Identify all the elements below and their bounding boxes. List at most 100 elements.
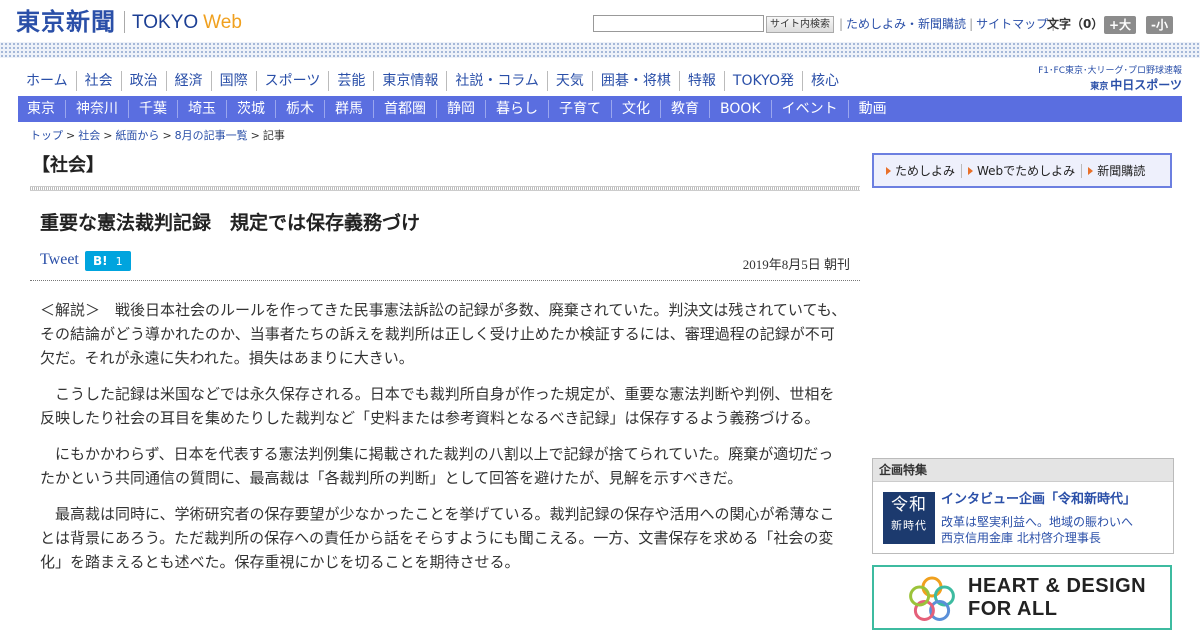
- chunichi-tagline: F1･FC東京･大リーグ･プロ野球速報: [1038, 66, 1182, 76]
- hatena-bookmark-icon: B!: [93, 254, 108, 268]
- main-nav: ホーム 社会 政治 経済 国際 スポーツ 芸能 東京情報 社説・コラム 天気 囲…: [18, 70, 847, 92]
- subscription-box: ためしよみ Webでためしよみ 新聞購読: [872, 153, 1172, 188]
- breadcrumb-society[interactable]: 社会: [78, 129, 100, 142]
- section-divider: [30, 186, 860, 191]
- util-divider: |: [839, 17, 844, 31]
- region-item-video[interactable]: 動画: [847, 100, 897, 118]
- article-body: ＜解説＞ 戦後日本社会のルールを作ってきた民事憲法訴訟の記録が多数、廃棄されてい…: [40, 298, 848, 586]
- util-divider: |: [969, 17, 974, 31]
- banner-line: FOR ALL: [968, 598, 1058, 620]
- breadcrumb-current: 記事: [262, 129, 285, 142]
- nav-item-entertainment[interactable]: 芸能: [328, 71, 373, 91]
- feature-title-link[interactable]: インタビュー企画「令和新時代」: [941, 491, 1136, 509]
- breadcrumb-august-list[interactable]: 8月の記事一覧: [175, 129, 248, 142]
- nav-item-tokyo-hatsu[interactable]: TOKYO発: [723, 71, 802, 91]
- util-link-subscribe[interactable]: ためしよみ・新聞購読: [846, 17, 966, 31]
- tweet-button[interactable]: Tweet: [40, 250, 79, 270]
- article-headline: 重要な憲法裁判記録 規定では保存義務づけ: [40, 212, 421, 234]
- region-nav: 東京 神奈川 千葉 埼玉 茨城 栃木 群馬 首都圏 静岡 暮らし 子育て 文化 …: [18, 96, 1182, 122]
- sub-link-label: 新聞購読: [1097, 163, 1146, 178]
- region-item-bunka[interactable]: 文化: [611, 100, 660, 118]
- region-item-book[interactable]: BOOK: [709, 100, 771, 118]
- feature-desc-line: 改革は堅実利益へ。地域の賑わいへ: [941, 515, 1134, 529]
- reiwa-badge-small: 新時代: [891, 519, 927, 532]
- arrow-right-icon: [886, 166, 891, 175]
- region-item-kanagawa[interactable]: 神奈川: [65, 100, 128, 118]
- breadcrumb: トップ > 社会 > 紙面から >8月の記事一覧 > 記事: [30, 129, 285, 143]
- nav-item-home[interactable]: ホーム: [18, 71, 76, 91]
- font-bigger-button[interactable]: +大: [1104, 16, 1137, 34]
- region-item-shutoken[interactable]: 首都圏: [373, 100, 436, 118]
- breadcrumb-separator: >: [66, 129, 76, 142]
- article-paragraph: 最高裁は同時に、学術研究者の保存要望が少なかったことを挙げている。裁判記録の保存…: [40, 505, 835, 571]
- breadcrumb-print-edition[interactable]: 紙面から: [115, 129, 159, 142]
- nav-item-weather[interactable]: 天気: [546, 71, 592, 91]
- reiwa-badge-big: 令和: [891, 495, 927, 515]
- chunichi-logo: 東京 中日スポーツ: [1026, 77, 1182, 95]
- sub-link-label: Webでためしよみ: [977, 163, 1076, 178]
- region-item-shizuoka[interactable]: 静岡: [436, 100, 485, 118]
- util-link-sitemap[interactable]: サイトマップ: [976, 17, 1048, 31]
- feature-box: 企画特集 令和 新時代 インタビュー企画「令和新時代」 改革は堅実利益へ。地域の…: [872, 458, 1174, 554]
- publication-date: 2019年8月5日 朝刊: [742, 257, 850, 272]
- arrow-right-icon: [968, 166, 974, 175]
- font-smaller-button[interactable]: -小: [1146, 16, 1173, 34]
- nav-item-international[interactable]: 国際: [210, 71, 256, 91]
- region-item-kosodate[interactable]: 子育て: [548, 100, 611, 118]
- nav-item-kakushin[interactable]: 核心: [801, 71, 847, 91]
- flower-logo-icon: [909, 576, 955, 621]
- logo-tokyo-text: TOKYO: [132, 12, 199, 33]
- region-item-kyoiku[interactable]: 教育: [660, 100, 709, 118]
- region-item-event[interactable]: イベント: [770, 100, 848, 118]
- article-paragraph: ＜解説＞ 戦後日本社会のルールを作ってきた民事憲法訴訟の記録が多数、廃棄されてい…: [40, 301, 847, 367]
- feature-description[interactable]: 改革は堅実利益へ。地域の賑わいへ 西京信用金庫 北村啓介理事長: [941, 514, 1133, 546]
- region-item-chiba[interactable]: 千葉: [128, 100, 177, 118]
- region-item-saitama[interactable]: 埼玉: [177, 100, 226, 118]
- region-item-tokyo[interactable]: 東京: [18, 100, 65, 118]
- header-dotted-band: [0, 42, 1200, 58]
- site-logo[interactable]: 東京新聞 TOKYO Web: [16, 8, 242, 36]
- nav-item-society[interactable]: 社会: [75, 71, 121, 91]
- region-item-kurashi[interactable]: 暮らし: [485, 100, 548, 118]
- sub-link-subscribe[interactable]: 新聞購読: [1081, 163, 1151, 178]
- nav-item-editorial[interactable]: 社説・コラム: [446, 71, 547, 91]
- heart-design-banner[interactable]: HEART & DESIGN FOR ALL: [872, 565, 1172, 630]
- nav-item-go-shogi[interactable]: 囲碁・将棋: [591, 71, 679, 91]
- region-item-tochigi[interactable]: 栃木: [275, 100, 324, 118]
- breadcrumb-separator: >: [162, 129, 172, 142]
- chunichi-prefix: 東京: [1090, 82, 1109, 92]
- sub-link-trial[interactable]: ためしよみ: [880, 164, 961, 178]
- article-paragraph: にもかかわらず、日本を代表する憲法判例集に掲載された裁判の八割以上で記録が捨てら…: [40, 445, 834, 487]
- banner-line: HEART & DESIGN: [968, 575, 1147, 597]
- reiwa-badge-image[interactable]: 令和 新時代: [883, 492, 935, 544]
- breadcrumb-separator: >: [103, 129, 113, 142]
- chunichi-sports-link[interactable]: F1･FC東京･大リーグ･プロ野球速報 東京 中日スポーツ: [1026, 65, 1182, 95]
- logo-tokyo-shimbun: 東京新聞: [16, 7, 116, 36]
- article-paragraph: こうした記録は米国などでは永久保存される。日本でも裁判所自身が作った規定が、重要…: [40, 385, 835, 427]
- nav-item-sports[interactable]: スポーツ: [255, 71, 329, 91]
- banner-text: HEART & DESIGN FOR ALL: [968, 575, 1146, 621]
- site-search-button[interactable]: サイト内検索: [766, 16, 834, 33]
- article-divider: [30, 280, 860, 281]
- site-header: 東京新聞 TOKYO Web サイト内検索 | ためしよみ・新聞購読 | サイトマップ…: [0, 0, 1200, 46]
- region-item-gunma[interactable]: 群馬: [324, 100, 373, 118]
- font-size-label: 文字（0）: [1047, 17, 1104, 31]
- sub-link-web-trial[interactable]: Webでためしよみ: [961, 163, 1081, 178]
- breadcrumb-top[interactable]: トップ: [30, 129, 63, 142]
- utility-links: | ためしよみ・新聞購読 | サイトマップ |: [836, 17, 1058, 31]
- feature-desc-line: 西京信用金庫 北村啓介理事長: [941, 531, 1101, 545]
- breadcrumb-separator: >: [250, 129, 260, 142]
- feature-heading: 企画特集: [873, 459, 1173, 482]
- chunichi-name: 中日スポーツ: [1110, 78, 1182, 92]
- region-item-ibaraki[interactable]: 茨城: [226, 100, 275, 118]
- arrow-right-icon: [1088, 166, 1094, 175]
- nav-item-politics[interactable]: 政治: [120, 71, 166, 91]
- hatena-bookmark-button[interactable]: B! 1: [85, 251, 131, 271]
- nav-item-economy[interactable]: 経済: [165, 71, 211, 91]
- nav-item-tokyo-info[interactable]: 東京情報: [373, 71, 446, 91]
- nav-item-tokuho[interactable]: 特報: [678, 71, 724, 91]
- hatena-bookmark-count: 1: [115, 254, 123, 268]
- sub-link-label: ためしよみ: [895, 163, 956, 178]
- site-search-input[interactable]: [593, 15, 764, 32]
- section-title: 【社会】: [32, 155, 104, 176]
